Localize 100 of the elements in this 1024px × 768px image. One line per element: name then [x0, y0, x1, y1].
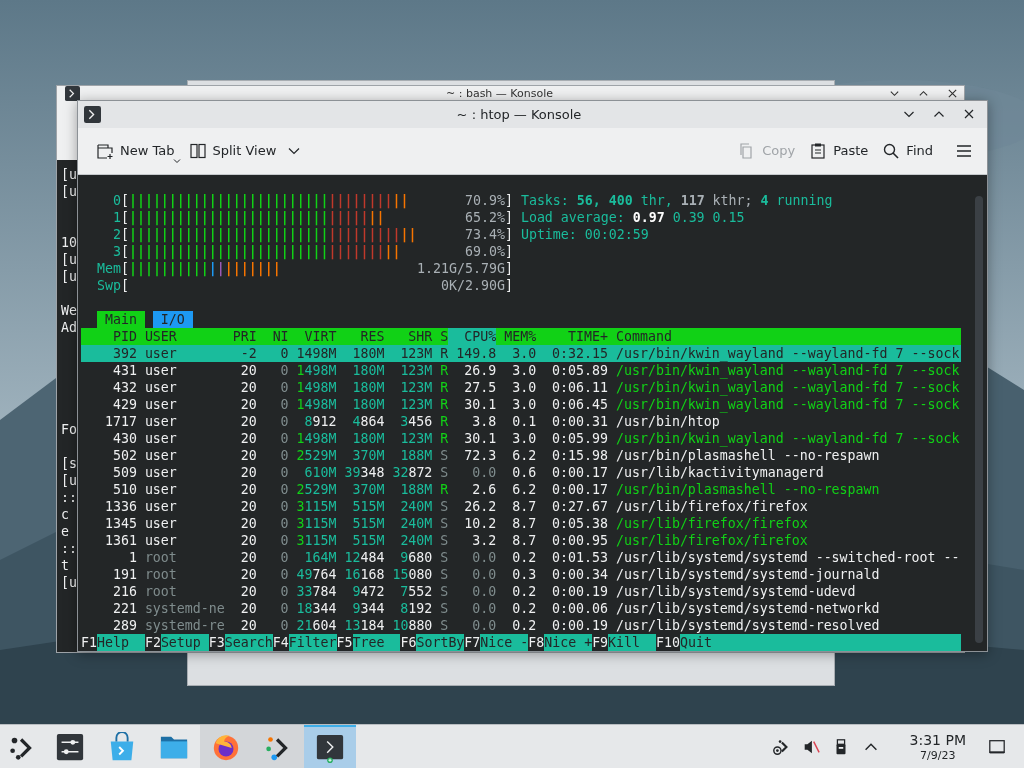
process-row[interactable]: 216 root 20 0 33784 9472 7552 S 0.0 0.2 0:00.19 /usr/lib/systemd/systemd-udevd	[81, 583, 961, 600]
tab[interactable]: I/O	[152, 311, 193, 328]
table-cell-text: 9344	[351, 600, 385, 617]
table-cell-text: 1717	[103, 413, 137, 430]
close-icon[interactable]	[947, 88, 958, 99]
column-header[interactable]: RES	[344, 328, 385, 345]
table-cell-text: 392	[111, 345, 137, 362]
table-cell: 21604	[296, 617, 337, 634]
taskbar-app[interactable]	[252, 725, 304, 768]
find-button[interactable]: Find	[878, 137, 937, 164]
paste-button[interactable]: Paste	[805, 137, 873, 164]
table-cell-text: 8.7	[511, 532, 537, 549]
function-key[interactable]: F1	[81, 634, 97, 651]
new-tab-button[interactable]: New Tab	[92, 137, 179, 164]
table-cell-text: user	[144, 396, 178, 413]
summary-line: Tasks: 56, 400 thr, 117 kthr; 4 running	[520, 192, 833, 209]
tab[interactable]: Main	[96, 311, 145, 328]
table-cell-text: 0:00.95	[551, 532, 608, 549]
table-cell-text: 3.2	[471, 532, 497, 549]
function-label[interactable]: Help	[97, 634, 145, 651]
process-row[interactable]: 509 user 20 0 610M 39348 32872 S 0.0 0.6 0:00.17 /usr/lib/kactivitymanagerd	[81, 464, 961, 481]
columns-icon	[188, 141, 207, 160]
function-key[interactable]: F8	[528, 634, 545, 651]
bracket: ]	[504, 260, 513, 277]
function-label[interactable]: Kill	[608, 634, 656, 651]
process-row[interactable]: 221 systemd-ne 20 0 18344 9344 8192 S 0.0 0.2 0:00.06 /usr/lib/systemd/systemd-networkd	[81, 600, 961, 617]
process-row[interactable]: 1345 user 20 0 3115M 515M 240M S 10.2 8.7 0:05.38 /usr/lib/firefox/firefox	[81, 515, 961, 532]
column-header[interactable]: CPU%	[448, 328, 497, 345]
meter-reading: 65.2%	[465, 209, 505, 226]
table-cell-text: 180M	[351, 362, 385, 379]
table-cell-text: 502	[111, 447, 137, 464]
column-header[interactable]: SHR	[392, 328, 433, 345]
table-cell-text: 6.2	[511, 447, 537, 464]
table-cell-text: root	[144, 549, 178, 566]
process-row[interactable]: 1361 user 20 0 3115M 515M 240M S 3.2 8.7 0:00.95 /usr/lib/firefox/firefox	[81, 532, 961, 549]
new-tab-icon	[96, 141, 114, 160]
column-header[interactable]: S	[440, 328, 449, 345]
window-title: ~ : bash — Konsole	[445, 87, 554, 100]
process-row[interactable]: 430 user 20 0 1498M 180M 123M R 30.1 3.0 0:05.99 /usr/bin/kwin_wayland --wayland-fd 7 --sock	[81, 430, 961, 447]
column-header[interactable]: USER	[144, 328, 225, 345]
taskbar-app[interactable]	[304, 725, 356, 768]
function-label[interactable]: Quit	[680, 634, 961, 651]
table-cell-text: 0.2	[511, 549, 537, 566]
table-cell-text: 0.2	[511, 600, 537, 617]
table-cell-text: 0.1	[511, 413, 537, 430]
table-cell-text: 30.1	[463, 396, 497, 413]
process-row[interactable]: 431 user 20 0 1498M 180M 123M R 26.9 3.0 0:05.89 /usr/bin/kwin_wayland --wayland-fd 7 --sock	[81, 362, 961, 379]
function-key[interactable]: F6	[400, 634, 417, 651]
function-label[interactable]: Setup	[160, 634, 209, 651]
table-cell: 1498M	[296, 430, 337, 447]
process-row[interactable]: 191 root 20 0 49764 16168 15080 S 0.0 0.3 0:00.34 /usr/lib/systemd/systemd-journald	[81, 566, 961, 583]
function-key[interactable]: F3	[208, 634, 225, 651]
table-cell-text: root	[144, 566, 178, 583]
table-cell-text: 0:00.19	[551, 617, 608, 634]
function-key[interactable]: F2	[144, 634, 161, 651]
clock[interactable]: 3:31 PM 7/9/23	[909, 725, 966, 768]
table-cell-text: 191	[111, 566, 137, 583]
process-row[interactable]: 429 user 20 0 1498M 180M 123M R 30.1 3.0 0:06.45 /usr/bin/kwin_wayland --wayland-fd 7 --sock	[81, 396, 961, 413]
function-key[interactable]: F9	[592, 634, 609, 651]
function-label[interactable]: Nice +	[544, 634, 593, 651]
column-header[interactable]: MEM%	[496, 328, 537, 345]
function-label[interactable]: Tree	[352, 634, 401, 651]
column-header[interactable]: TIME+	[536, 328, 608, 345]
function-label[interactable]: Nice -	[480, 634, 529, 651]
split-view-button[interactable]: Split View	[184, 137, 305, 164]
scrollbar[interactable]	[975, 196, 983, 643]
table-cell-text: 0:15.98	[551, 447, 608, 464]
process-row[interactable]: 289 systemd-re 20 0 21604 13184 10880 S 0.0 0.2 0:00.19 /usr/lib/systemd/systemd-resolved	[81, 617, 961, 634]
show-desktop-icon[interactable]	[988, 737, 1006, 756]
terminal-line: e	[61, 523, 70, 540]
column-header[interactable]: NI	[264, 328, 289, 345]
table-cell: R	[440, 413, 449, 430]
function-label[interactable]: SortBy	[416, 634, 465, 651]
function-key[interactable]: F10	[656, 634, 680, 651]
column-header[interactable]: VIRT	[296, 328, 337, 345]
function-key[interactable]: F7	[464, 634, 481, 651]
function-label[interactable]: Filter	[288, 634, 337, 651]
maximize-icon[interactable]	[918, 88, 929, 99]
table-cell: /usr/bin/kwin_wayland --wayland-fd 7 --sock	[616, 345, 960, 362]
column-header[interactable]: PRI	[232, 328, 257, 345]
function-label[interactable]: Search	[224, 634, 273, 651]
process-row[interactable]: 1 root 20 0 164M 12484 9680 S 0.0 0.2 0:01.53 /usr/lib/systemd/systemd --switched-root --	[81, 549, 961, 566]
process-row[interactable]: 1336 user 20 0 3115M 515M 240M S 26.2 8.7 0:27.67 /usr/lib/firefox/firefox	[81, 498, 961, 515]
function-key[interactable]: F5	[336, 634, 353, 651]
table-cell-text: /usr/lib/systemd/systemd-journald	[616, 566, 881, 583]
minimize-icon[interactable]	[889, 88, 900, 99]
process-row[interactable]: 1717 user 20 0 8912 4864 3456 R 3.8 0.1 0:00.31 /usr/bin/htop	[81, 413, 961, 430]
column-header[interactable]: PID	[81, 328, 137, 345]
process-row[interactable]: 510 user 20 0 2529M 370M 188M R 2.6 6.2 0:00.17 /usr/bin/plasmashell --no-respawn	[81, 481, 961, 498]
process-row[interactable]: 432 user 20 0 1498M 180M 123M R 27.5 3.0 0:06.11 /usr/bin/kwin_wayland --wayland-fd 7 --sock	[81, 379, 961, 396]
table-cell-text: 240M	[399, 498, 433, 515]
meter-reading: 73.4%	[465, 226, 505, 243]
column-header[interactable]: Command	[616, 328, 960, 345]
function-key[interactable]: F4	[272, 634, 289, 651]
close-icon[interactable]	[963, 108, 975, 121]
process-row[interactable]: 502 user 20 0 2529M 370M 188M S 72.3 6.2 0:15.98 /usr/bin/plasmashell --no-respawn	[81, 447, 961, 464]
bracket: ]	[504, 226, 513, 243]
table-cell-text: 2.6	[471, 481, 497, 498]
table-cell-text: user	[144, 430, 178, 447]
process-row[interactable]: 392 user -2 0 1498M 180M 123M R 149.8 3.0 0:32.15 /usr/bin/kwin_wayland --wayland-fd 7 --sock	[81, 345, 961, 362]
